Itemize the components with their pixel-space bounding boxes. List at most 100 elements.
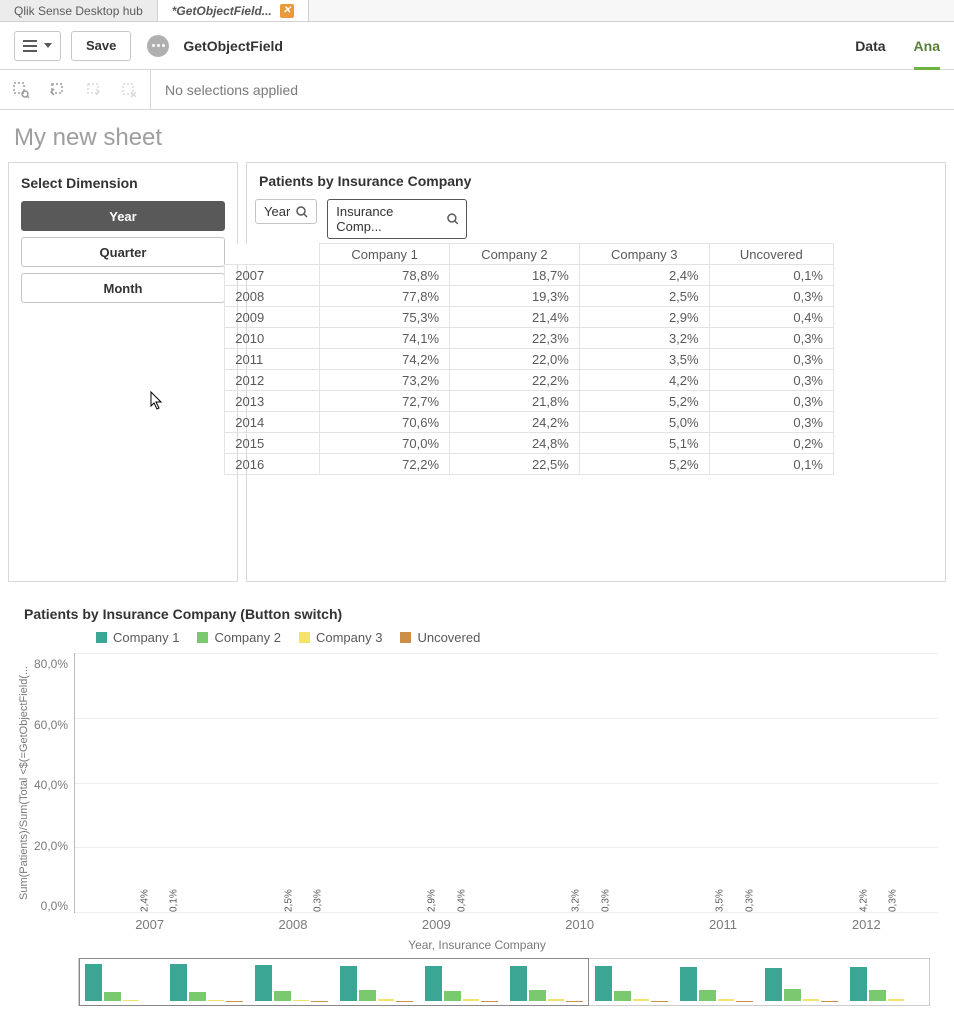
pivot-cell[interactable]: 70,6%: [320, 412, 450, 433]
dim-button-quarter[interactable]: Quarter: [21, 237, 225, 267]
table-row[interactable]: 201074,1%22,3%3,2%0,3%: [225, 328, 834, 349]
table-row[interactable]: 200975,3%21,4%2,9%0,4%: [225, 307, 834, 328]
pivot-row-header[interactable]: 2009: [225, 307, 320, 328]
pivot-cell[interactable]: 72,2%: [320, 454, 450, 475]
pivot-cell[interactable]: 2,9%: [579, 307, 709, 328]
tab-active[interactable]: *GetObjectField... ✕: [158, 0, 309, 21]
overview-group[interactable]: [844, 959, 929, 1005]
pivot-cell[interactable]: 22,3%: [450, 328, 580, 349]
pivot-row-header[interactable]: 2013: [225, 391, 320, 412]
chart-overview[interactable]: [78, 958, 930, 1006]
pivot-col-header[interactable]: Company 2: [450, 244, 580, 265]
table-row[interactable]: 201273,2%22,2%4,2%0,3%: [225, 370, 834, 391]
pivot-cell[interactable]: 74,1%: [320, 328, 450, 349]
legend-item[interactable]: Uncovered: [400, 630, 480, 645]
legend-item[interactable]: Company 1: [96, 630, 179, 645]
pivot-cell[interactable]: 74,2%: [320, 349, 450, 370]
pivot-cell[interactable]: 2,4%: [579, 265, 709, 286]
pivot-cell[interactable]: 0,1%: [709, 265, 833, 286]
pivot-cell[interactable]: 21,8%: [450, 391, 580, 412]
pivot-col-header[interactable]: Company 1: [320, 244, 450, 265]
bar-group[interactable]: 74,2%22,0%3,5%0,3%: [650, 653, 794, 912]
pivot-cell[interactable]: 5,1%: [579, 433, 709, 454]
pivot-cell[interactable]: 0,3%: [709, 412, 833, 433]
bar-group[interactable]: 77,8%19,3%2,5%0,3%: [219, 653, 363, 912]
pivot-cell[interactable]: 3,5%: [579, 349, 709, 370]
pivot-cell[interactable]: 18,7%: [450, 265, 580, 286]
pivot-row-header[interactable]: 2010: [225, 328, 320, 349]
pivot-row-header[interactable]: 2008: [225, 286, 320, 307]
pivot-cell[interactable]: 73,2%: [320, 370, 450, 391]
bar-group[interactable]: 78,8%18,7%2,4%0,1%: [75, 653, 219, 912]
chart-area[interactable]: Sum(Patients)/Sum(Total <$(=GetObjectFie…: [16, 653, 938, 913]
table-row[interactable]: 201672,2%22,5%5,2%0,1%: [225, 454, 834, 475]
overview-group[interactable]: [589, 959, 674, 1005]
pivot-cell[interactable]: 21,4%: [450, 307, 580, 328]
pivot-row-header[interactable]: 2012: [225, 370, 320, 391]
close-icon[interactable]: ✕: [280, 4, 294, 18]
chart-plot[interactable]: 78,8%18,7%2,4%0,1%77,8%19,3%2,5%0,3%75,3…: [74, 653, 938, 913]
overview-window[interactable]: [79, 958, 589, 1006]
pivot-cell[interactable]: 72,7%: [320, 391, 450, 412]
pivot-cell[interactable]: 78,8%: [320, 265, 450, 286]
table-row[interactable]: 200877,8%19,3%2,5%0,3%: [225, 286, 834, 307]
pivot-cell[interactable]: 24,8%: [450, 433, 580, 454]
pivot-col-dim[interactable]: Insurance Comp...: [327, 199, 467, 239]
pivot-table[interactable]: Company 1Company 2Company 3Uncovered 200…: [224, 243, 834, 475]
sheet-title[interactable]: My new sheet: [0, 110, 954, 162]
table-row[interactable]: 200778,8%18,7%2,4%0,1%: [225, 265, 834, 286]
pivot-cell[interactable]: 5,2%: [579, 454, 709, 475]
pivot-cell[interactable]: 0,3%: [709, 286, 833, 307]
dim-button-year[interactable]: Year: [21, 201, 225, 231]
pivot-row-header[interactable]: 2015: [225, 433, 320, 454]
pivot-cell[interactable]: 0,3%: [709, 349, 833, 370]
legend-item[interactable]: Company 3: [299, 630, 382, 645]
pivot-cell[interactable]: 75,3%: [320, 307, 450, 328]
pivot-cell[interactable]: 5,2%: [579, 391, 709, 412]
bar-group[interactable]: 73,2%22,2%4,2%0,3%: [794, 653, 938, 912]
mode-analysis[interactable]: Ana: [914, 38, 940, 70]
pivot-panel: Patients by Insurance Company Year Insur…: [246, 162, 946, 582]
pivot-cell[interactable]: 0,2%: [709, 433, 833, 454]
pivot-cell[interactable]: 19,3%: [450, 286, 580, 307]
pivot-cell[interactable]: 0,4%: [709, 307, 833, 328]
pivot-cell[interactable]: 24,2%: [450, 412, 580, 433]
pivot-row-dim[interactable]: Year: [255, 199, 317, 224]
pivot-cell[interactable]: 77,8%: [320, 286, 450, 307]
pivot-cell[interactable]: 5,0%: [579, 412, 709, 433]
pivot-row-header[interactable]: 2007: [225, 265, 320, 286]
menu-button[interactable]: [14, 31, 61, 61]
pivot-row-header[interactable]: 2016: [225, 454, 320, 475]
pivot-cell[interactable]: 0,3%: [709, 328, 833, 349]
pivot-cell[interactable]: 22,5%: [450, 454, 580, 475]
table-row[interactable]: 201174,2%22,0%3,5%0,3%: [225, 349, 834, 370]
mode-data[interactable]: Data: [855, 38, 885, 54]
bar-label: 18,7%: [107, 880, 118, 908]
pivot-cell[interactable]: 70,0%: [320, 433, 450, 454]
table-row[interactable]: 201570,0%24,8%5,1%0,2%: [225, 433, 834, 454]
overview-group[interactable]: [759, 959, 844, 1005]
overview-group[interactable]: [674, 959, 759, 1005]
pivot-cell[interactable]: 0,3%: [709, 391, 833, 412]
pivot-cell[interactable]: 0,3%: [709, 370, 833, 391]
pivot-cell[interactable]: 3,2%: [579, 328, 709, 349]
table-row[interactable]: 201470,6%24,2%5,0%0,3%: [225, 412, 834, 433]
pivot-cell[interactable]: 0,1%: [709, 454, 833, 475]
pivot-col-header[interactable]: Company 3: [579, 244, 709, 265]
legend-item[interactable]: Company 2: [197, 630, 280, 645]
pivot-col-header[interactable]: Uncovered: [709, 244, 833, 265]
step-back-icon[interactable]: [46, 79, 68, 101]
pivot-cell[interactable]: 4,2%: [579, 370, 709, 391]
bar-group[interactable]: 74,1%22,3%3,2%0,3%: [507, 653, 651, 912]
dim-button-month[interactable]: Month: [21, 273, 225, 303]
pivot-row-header[interactable]: 2011: [225, 349, 320, 370]
pivot-cell[interactable]: 22,0%: [450, 349, 580, 370]
tab-hub[interactable]: Qlik Sense Desktop hub: [0, 0, 158, 21]
pivot-cell[interactable]: 2,5%: [579, 286, 709, 307]
save-button[interactable]: Save: [71, 31, 131, 61]
bar-group[interactable]: 75,3%21,4%2,9%0,4%: [363, 653, 507, 912]
smart-search-icon[interactable]: [10, 79, 32, 101]
table-row[interactable]: 201372,7%21,8%5,2%0,3%: [225, 391, 834, 412]
pivot-cell[interactable]: 22,2%: [450, 370, 580, 391]
pivot-row-header[interactable]: 2014: [225, 412, 320, 433]
